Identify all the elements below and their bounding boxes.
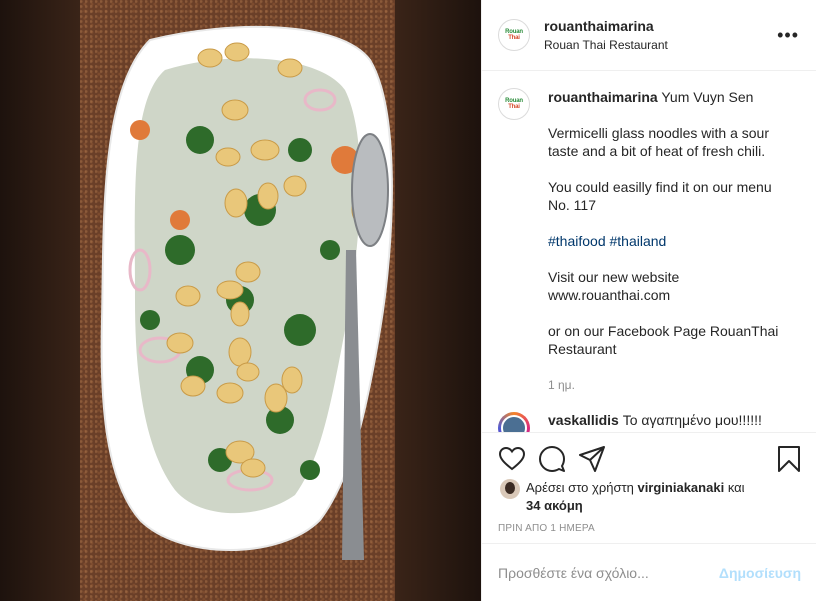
caption-line4: Visit our new website www.rouanthai.com — [548, 269, 680, 303]
caption-time[interactable]: 1 ημ. — [548, 376, 788, 394]
post-date[interactable]: ΠΡΙΝ ΑΠΟ 1 ΗΜΕΡΑ — [498, 523, 595, 534]
heart-icon[interactable] — [498, 445, 526, 473]
comment-username[interactable]: vaskallidis — [548, 412, 619, 428]
likes-text: Αρέσει στο χρήστη virginiakanaki και 34 … — [526, 479, 745, 515]
bookmark-icon[interactable] — [775, 445, 803, 473]
post-sidebar: Rouan Thai rouanthaimarina Rouan Thai Res… — [481, 0, 816, 601]
post-header: Rouan Thai rouanthaimarina Rouan Thai Res… — [482, 0, 816, 71]
post-comment-button[interactable]: Δημοσίευση — [719, 565, 801, 581]
comment-input[interactable] — [498, 564, 719, 581]
account-avatar[interactable]: Rouan Thai — [498, 19, 530, 51]
instagram-post: Rouan Thai rouanthaimarina Rouan Thai Res… — [0, 0, 816, 601]
header-username[interactable]: rouanthaimarina — [544, 18, 668, 34]
comments-list[interactable]: Rouan Thai rouanthaimarina Yum Vuyn Sen V… — [482, 72, 816, 432]
commenter-avatar[interactable] — [498, 412, 530, 432]
header-names: rouanthaimarina Rouan Thai Restaurant — [544, 18, 668, 52]
comment-item: vaskallidis Το αγαπημένο μου!!!!!! — [498, 412, 801, 432]
liker-username[interactable]: virginiakanaki — [637, 480, 724, 495]
comment-body: Το αγαπημένο μου!!!!!! — [622, 412, 762, 428]
dish-illustration — [100, 25, 393, 560]
comment-text: vaskallidis Το αγαπημένο μου!!!!!! — [548, 412, 762, 428]
caption-title: Yum Vuyn Sen — [661, 89, 754, 105]
more-options-icon[interactable]: ••• — [777, 26, 799, 44]
caption-hashtags: #thaifood #thailand — [548, 232, 788, 250]
likes-summary: Αρέσει στο χρήστη virginiakanaki και 34 … — [500, 479, 800, 515]
caption-line5: or on our Facebook Page RouanThai Restau… — [548, 323, 779, 357]
caption: Rouan Thai rouanthaimarina Yum Vuyn Sen V… — [498, 88, 801, 394]
likes-prefix: Αρέσει στο χρήστη — [526, 480, 634, 495]
caption-line1: Vermicelli glass noodles with a sour tas… — [548, 125, 769, 159]
likes-and: και — [727, 480, 745, 495]
caption-username[interactable]: rouanthaimarina — [548, 89, 658, 105]
add-comment-bar: Δημοσίευση — [482, 543, 816, 601]
hashtag-link[interactable]: #thailand — [610, 233, 667, 249]
share-icon[interactable] — [578, 445, 606, 473]
liker-avatar[interactable] — [500, 479, 520, 499]
caption-body: rouanthaimarina Yum Vuyn Sen Vermicelli … — [548, 88, 788, 394]
restaurant-logo: Rouan Thai — [505, 29, 523, 41]
post-actions: Αρέσει στο χρήστη virginiakanaki και 34 … — [482, 432, 816, 543]
caption-line2: You could easilly find it on our menu No… — [548, 179, 772, 213]
header-subtitle[interactable]: Rouan Thai Restaurant — [544, 38, 668, 52]
hashtag-link[interactable]: #thaifood — [548, 233, 606, 249]
comment-icon[interactable] — [538, 445, 566, 473]
action-icons — [498, 445, 803, 473]
restaurant-logo: Rouan Thai — [505, 98, 523, 110]
caption-avatar[interactable]: Rouan Thai — [498, 88, 530, 120]
post-photo[interactable] — [0, 0, 481, 601]
likes-others-link[interactable]: 34 ακόμη — [526, 498, 583, 513]
